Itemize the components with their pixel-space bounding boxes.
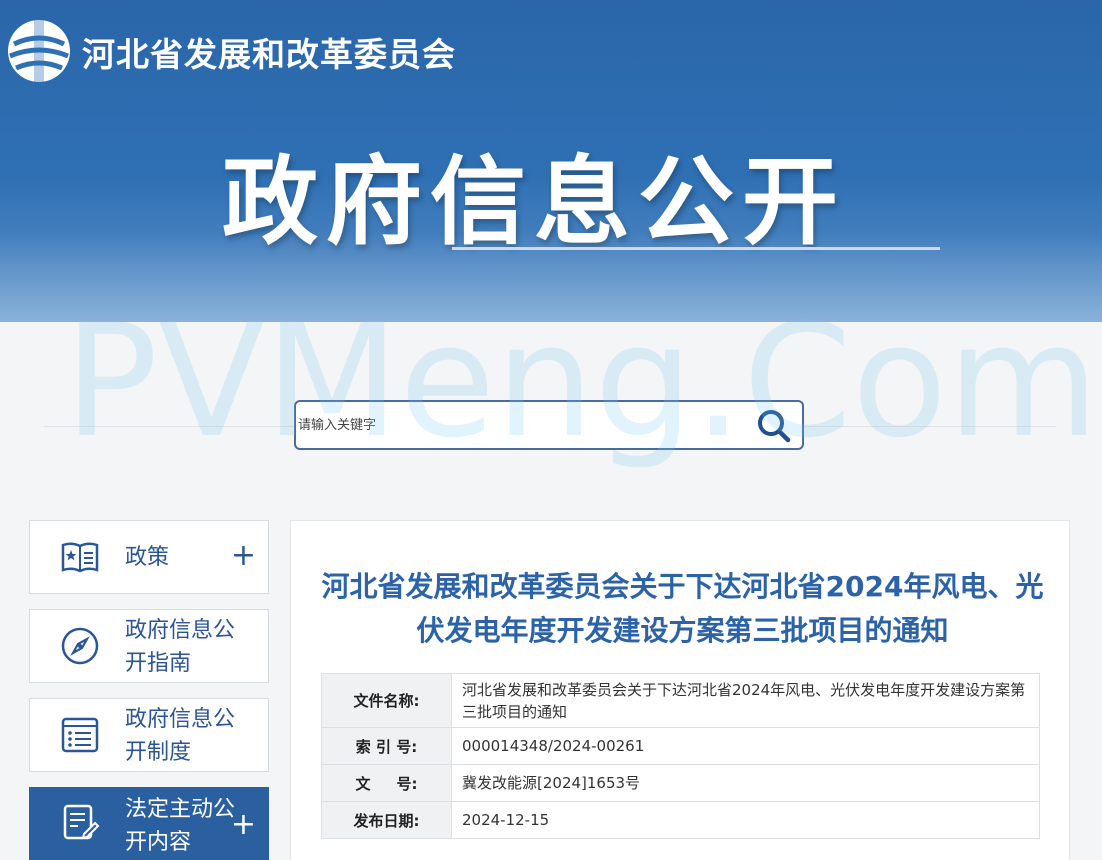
table-row: 文 号: 冀发改能源[2024]1653号 xyxy=(321,764,1040,802)
star-book-icon xyxy=(61,542,99,573)
field-key: 文 号: xyxy=(321,764,452,802)
banner-title: 政府信息公开 xyxy=(222,146,846,258)
sidebar-item-label: 政策 xyxy=(125,545,170,570)
field-value: 2024-12-15 xyxy=(451,801,1040,839)
compass-icon xyxy=(61,627,99,665)
document-title: 河北省发展和改革委员会关于下达河北省2024年风电、光伏发电年度开发建设方案第三… xyxy=(321,570,1044,647)
search-input[interactable] xyxy=(298,404,738,446)
sidebar-item-label: 政府信息公开制度 xyxy=(125,707,236,765)
expand-plus-icon[interactable]: + xyxy=(231,810,256,840)
logo-globe-icon xyxy=(8,20,70,82)
search-icon[interactable] xyxy=(756,408,792,444)
sidebar-item-label: 法定主动公开内容 xyxy=(125,797,236,855)
field-value: 河北省发展和改革委员会关于下达河北省2024年风电、光伏发电年度开发建设方案第三… xyxy=(451,673,1040,728)
sidebar-item-policy[interactable]: 政策 + xyxy=(29,520,269,594)
org-name[interactable]: 河北省发展和改革委员会 xyxy=(82,28,456,76)
table-row: 文件名称: 河北省发展和改革委员会关于下达河北省2024年风电、光伏发电年度开发… xyxy=(321,673,1040,728)
field-value: 冀发改能源[2024]1653号 xyxy=(451,764,1040,802)
field-key: 发布日期: xyxy=(321,801,452,839)
sidebar-item-disclosure-guide[interactable]: 政府信息公开指南 xyxy=(29,609,269,683)
table-row: 索 引 号: 000014348/2024-00261 xyxy=(321,727,1040,765)
field-value: 000014348/2024-00261 xyxy=(451,727,1040,765)
sidebar-item-statutory-disclosure[interactable]: 法定主动公开内容 + xyxy=(29,787,269,860)
expand-plus-icon[interactable]: + xyxy=(231,541,256,571)
sidebar-item-disclosure-system[interactable]: 政府信息公开制度 xyxy=(29,698,269,772)
document-edit-icon xyxy=(63,804,100,840)
banner-underline xyxy=(452,247,940,250)
header-banner: 河北省发展和改革委员会 政府信息公开 xyxy=(0,0,1102,322)
sidebar-item-label: 政府信息公开指南 xyxy=(125,618,236,676)
search-box xyxy=(294,400,804,450)
table-row: 发布日期: 2024-12-15 xyxy=(321,801,1040,839)
field-key: 文件名称: xyxy=(321,673,452,728)
list-icon xyxy=(61,717,99,753)
document-info-table: 文件名称: 河北省发展和改革委员会关于下达河北省2024年风电、光伏发电年度开发… xyxy=(321,673,1040,839)
field-key: 索 引 号: xyxy=(321,727,452,765)
